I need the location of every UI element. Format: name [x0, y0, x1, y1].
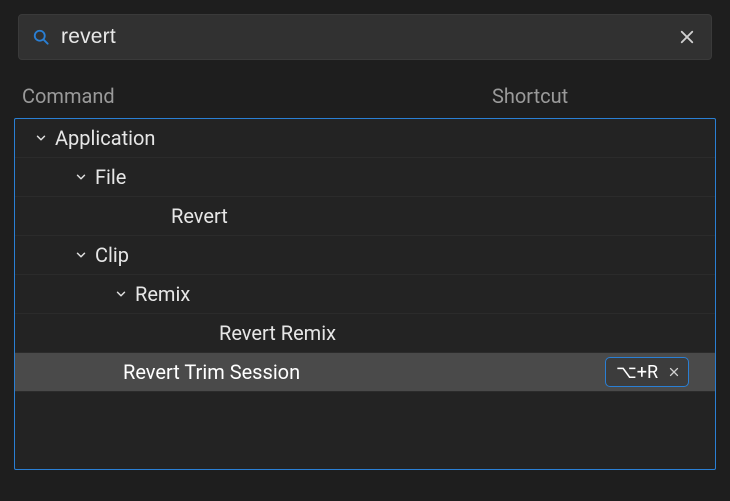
search-icon [31, 27, 51, 47]
header-shortcut[interactable]: Shortcut [492, 84, 712, 108]
tree-label: Clip [95, 243, 549, 267]
chevron-down-icon[interactable] [67, 170, 95, 184]
tree-group-clip[interactable]: Clip [15, 236, 715, 275]
tree-group-file[interactable]: File [15, 158, 715, 197]
tree-item-revert-remix[interactable]: Revert Remix [15, 314, 715, 353]
tree-label: File [95, 165, 549, 189]
tree-label: Application [55, 126, 509, 150]
tree-label: Revert Trim Session [123, 360, 605, 384]
remove-shortcut-button[interactable] [668, 366, 680, 378]
tree-group-application[interactable]: Application [15, 119, 715, 158]
search-input[interactable] [51, 25, 675, 49]
tree-item-revert-trim-session[interactable]: Revert Trim Session ⌥+R [15, 353, 715, 392]
tree-label: Revert [171, 204, 653, 228]
tree-item-revert[interactable]: Revert [15, 197, 715, 236]
shortcut-text: ⌥+R [616, 362, 658, 383]
shortcut-chip[interactable]: ⌥+R [605, 357, 689, 387]
header-command[interactable]: Command [22, 84, 492, 108]
tree-label: Remix [135, 282, 589, 306]
column-headers: Command Shortcut [0, 66, 730, 118]
tree-group-remix[interactable]: Remix [15, 275, 715, 314]
tree-label: Revert Remix [219, 321, 701, 345]
chevron-down-icon[interactable] [27, 131, 55, 145]
search-box[interactable] [18, 14, 712, 60]
chevron-down-icon[interactable] [107, 287, 135, 301]
clear-search-button[interactable] [675, 25, 699, 49]
command-tree[interactable]: Application File Revert Clip [14, 118, 716, 470]
search-container [0, 0, 730, 66]
chevron-down-icon[interactable] [67, 248, 95, 262]
